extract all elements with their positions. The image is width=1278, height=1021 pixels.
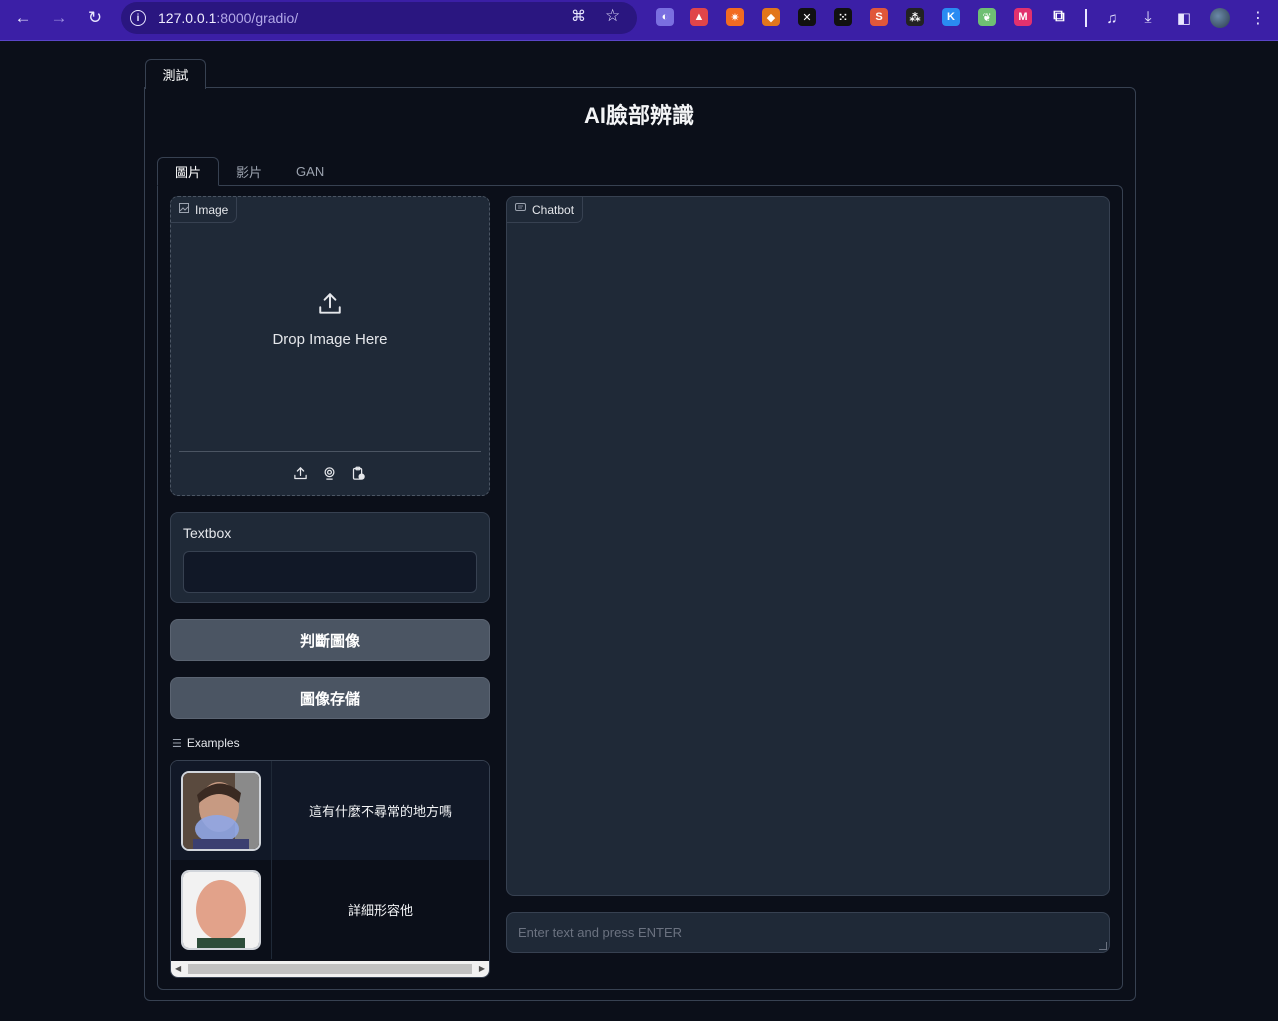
image-upload-dropzone[interactable]: Image Drop Image Here [170,196,490,496]
scroll-right-icon[interactable]: ▶ [479,964,485,973]
resize-handle[interactable] [1099,942,1107,950]
ext-k-icon[interactable]: K [942,8,960,26]
textbox-container: Textbox [170,512,490,603]
example-thumb-cell [171,761,272,860]
metamask-icon[interactable]: ◆ [762,8,780,26]
tab-video[interactable]: 影片 [219,157,279,186]
example-row[interactable]: 這有什麼不尋常的地方嗎 [171,761,489,860]
back-icon[interactable]: ← [5,0,41,36]
site-info-icon[interactable]: i [130,10,146,26]
examples-header: ☰ Examples [172,736,240,750]
ext-x-icon[interactable]: ✕ [798,8,816,26]
upload-source-icon[interactable] [292,465,309,482]
browser-toolbar: ← → ↻ i 127.0.0.1:8000/gradio/ ⌘ ☆ ◐ ▲ ✷ ◆ ✕… [0,0,1278,41]
tab-image[interactable]: 圖片 [157,157,220,186]
example-thumbnail-young-man [181,770,261,851]
page-title: AI臉部辨識 [583,103,694,128]
tab-gan[interactable]: GAN [279,157,341,186]
list-icon: ☰ [172,737,182,750]
chat-input-placeholder: Enter text and press ENTER [518,925,683,940]
clipboard-source-icon[interactable] [350,465,367,482]
save-image-button[interactable]: 圖像存儲 [170,677,490,719]
webcam-source-icon[interactable] [321,465,338,482]
textbox-input[interactable] [183,551,477,593]
chatbot-label-chip: Chatbot [507,197,584,223]
ext-m-icon[interactable]: M [1014,8,1032,26]
media-control-icon[interactable]: ♫ [1094,0,1130,36]
bookmark-star-icon[interactable]: ☆ [605,6,620,26]
ext-3-icon[interactable]: ✷ [726,8,744,26]
example-thumb-cell [171,860,272,959]
address-bar[interactable]: i 127.0.0.1:8000/gradio/ ⌘ ☆ [121,2,637,34]
example-row[interactable]: 詳細形容他 [171,860,489,959]
image-label: Image [195,202,229,217]
reload-icon[interactable]: ↻ [77,0,113,36]
image-icon [179,203,189,216]
forward-icon[interactable]: → [41,0,77,36]
upload-icon [317,291,343,317]
toolbar-separator [1085,9,1087,27]
ext-2-icon[interactable]: ▲ [690,8,708,26]
image-label-chip: Image [171,197,238,223]
example-text: 這有什麼不尋常的地方嗎 [308,804,452,819]
url-path: :8000/gradio/ [216,10,299,26]
ext-dots-icon[interactable]: ⁂ [906,8,924,26]
menu-kebab-icon[interactable]: ⋮ [1240,0,1276,36]
ext-okx-icon[interactable]: ⁙ [834,8,852,26]
chat-message-input[interactable]: Enter text and press ENTER [506,912,1110,953]
image-source-toolbar [292,465,367,482]
url-text: 127.0.0.1:8000/gradio/ [158,10,298,26]
example-text: 詳細形容他 [347,903,413,918]
chatbot-panel: Chatbot [506,196,1110,896]
ext-1-icon[interactable]: ◐ [656,8,674,26]
examples-label: Examples [186,736,240,750]
chatbot-label: Chatbot [532,202,575,217]
example-thumbnail-bald-man [181,869,261,950]
extensions-puzzle-icon[interactable]: ⧉ [1050,8,1068,26]
ext-leaf-icon[interactable]: ❦ [978,8,996,26]
examples-table: 這有什麼不尋常的地方嗎 詳細形容他 ◀ ▶ [170,760,490,978]
scrollbar-thumb[interactable] [188,964,472,974]
download-icon[interactable]: ⤓ [1130,0,1166,36]
drop-image-text: Drop Image Here [272,331,388,348]
inner-tab-bar: 圖片 影片 GAN [157,157,341,186]
side-panel-icon[interactable]: ◧ [1166,0,1202,36]
profile-avatar[interactable] [1202,0,1238,36]
url-host: 127.0.0.1 [158,10,217,26]
horizontal-scrollbar[interactable]: ◀ ▶ [171,961,489,977]
ext-s-icon[interactable]: S [870,8,888,26]
divider [179,451,481,452]
judge-image-button[interactable]: 判斷圖像 [170,619,490,661]
translate-icon[interactable]: ⌘ [571,7,586,25]
tab-test[interactable]: 測試 [145,59,206,89]
scroll-left-icon[interactable]: ◀ [175,964,181,973]
textbox-label: Textbox [183,525,232,541]
chat-bubble-icon [515,203,526,216]
